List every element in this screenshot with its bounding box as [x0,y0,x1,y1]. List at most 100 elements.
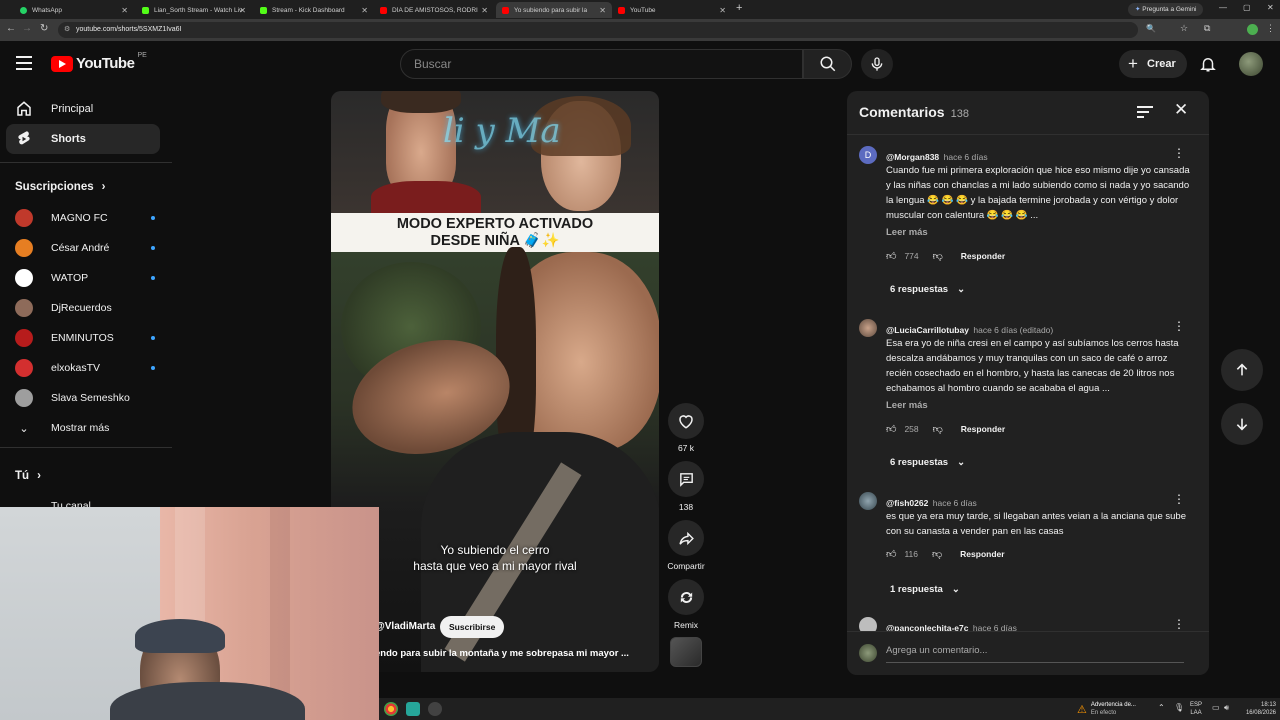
previous-short-button[interactable] [1221,349,1263,391]
browser-tab-kick-stream[interactable]: Lian_Sorth Stream - Watch Live ✕ [136,2,252,18]
comment-author[interactable]: @Morgan838 [886,152,939,162]
thumbs-down-icon[interactable]: 👎︎ [932,548,942,560]
close-comments-icon[interactable]: ✕ [1174,100,1188,120]
commenter-avatar[interactable] [859,319,877,337]
comments-button[interactable] [668,461,704,497]
chrome-icon[interactable] [384,702,398,716]
show-more-button[interactable]: ⌄ Mostrar más [15,417,155,439]
close-icon[interactable]: ✕ [719,6,726,15]
voice-search-button[interactable] [861,49,893,79]
reply-button[interactable]: Responder [960,549,1004,559]
youtube-logo[interactable]: YouTube PE [51,52,147,72]
zoom-icon[interactable]: 🔍 [1146,24,1156,33]
comment-time[interactable]: hace 6 días [944,152,988,162]
reply-button[interactable]: Responder [961,424,1005,434]
address-bar[interactable]: ⚙ youtube.com/shorts/5SXMZ1Iva6I [58,22,1138,38]
browser-tab-amistosos[interactable]: DÍA DE AMISTOSOS, RODRI ✕ [374,2,494,18]
sort-comments-icon[interactable] [1137,106,1153,118]
comment-menu-icon[interactable]: ⋮ [1173,319,1185,333]
notifications-button[interactable] [1199,55,1217,78]
tray-chevron-icon[interactable]: ⌃ [1158,703,1165,712]
gemini-button[interactable]: ✦ Pregunta a Gemini [1128,3,1204,16]
comment-text: es que ya era muy tarde, si llegaban ant… [886,511,1186,537]
close-icon[interactable]: ✕ [121,6,128,15]
audio-thumbnail[interactable] [670,637,702,667]
profile-avatar[interactable] [1247,24,1258,35]
close-window-button[interactable]: ✕ [1267,3,1274,12]
read-more-link[interactable]: Leer más [886,227,928,238]
subscribe-button[interactable]: Suscribirse [440,616,505,638]
reply-button[interactable]: Responder [961,251,1005,261]
clock[interactable]: 18:13 16/08/2026 [1240,701,1276,717]
volume-icon[interactable]: 🔊︎ [1224,703,1229,713]
thumbs-up-icon[interactable]: 👍︎ [886,423,896,435]
subscription-magno-fc[interactable]: MAGNO FC [15,207,155,229]
channel-name[interactable]: @VladiMarta [375,621,435,632]
subscription-watop[interactable]: WATOP [15,267,155,289]
subscription-enminutos[interactable]: ENMINUTOS [15,327,155,349]
maximize-button[interactable]: ▢ [1243,3,1251,12]
language-indicator[interactable]: ESP LAA [1190,701,1202,717]
browser-tab-kick-dashboard[interactable]: Stream - Kick Dashboard ✕ [254,2,374,18]
comment-menu-icon[interactable]: ⋮ [1173,146,1185,160]
thumbs-down-icon[interactable]: 👎︎ [933,423,943,435]
create-button[interactable]: + Crear [1119,50,1187,78]
bookmark-star-icon[interactable]: ☆ [1180,23,1188,34]
subscription-cesar-andre[interactable]: César André [15,237,155,259]
reload-icon[interactable]: ↻ [40,23,48,34]
comment-time[interactable]: hace 6 días (editado) [973,325,1053,335]
like-button[interactable] [668,403,704,439]
comment-author[interactable]: @LuciaCarrillotubay [886,325,969,335]
view-replies-button[interactable]: 1 respuesta ⌄ [890,584,960,595]
comment-menu-icon[interactable]: ⋮ [1173,617,1185,631]
you-heading[interactable]: Tú › [15,470,41,482]
comment-author[interactable]: @fish0262 [886,498,928,508]
read-more-link[interactable]: Leer más [886,400,928,411]
subscriptions-heading[interactable]: Suscripciones › [15,181,105,193]
site-info-icon[interactable]: ⚙ [64,22,70,38]
commenter-avatar[interactable]: D [859,146,877,164]
warning-notification[interactable]: ⚠ Advertencia de... En efecto [1077,701,1136,717]
close-icon[interactable]: ✕ [361,6,368,15]
network-icon[interactable]: ▭ [1212,703,1220,712]
account-avatar[interactable] [1239,52,1263,76]
youtube-icon [502,6,509,14]
view-replies-button[interactable]: 6 respuestas ⌄ [890,284,965,295]
next-short-button[interactable] [1221,403,1263,445]
close-icon[interactable]: ✕ [481,6,488,15]
search-button[interactable] [803,49,852,79]
share-button[interactable] [668,520,704,556]
subscription-elxokastv[interactable]: elxokasTV [15,357,155,379]
add-comment-input[interactable]: Agrega un comentario... [886,645,1184,663]
remix-button[interactable] [668,579,704,615]
close-icon[interactable]: ✕ [239,6,246,15]
new-tab-button[interactable]: + [736,2,742,14]
mic-tray-icon[interactable]: 🎙︎ [1174,703,1184,712]
browser-tab-whatsapp[interactable]: WhatsApp ✕ [14,2,134,18]
sidebar-item-shorts[interactable]: Shorts [6,124,160,154]
subscription-slava-semeshko[interactable]: Slava Semeshko [15,387,155,409]
subscription-djrecuerdos[interactable]: DjRecuerdos [15,297,155,319]
back-icon[interactable]: ← [6,23,16,34]
view-replies-button[interactable]: 6 respuestas ⌄ [890,457,965,468]
minimize-button[interactable]: — [1219,3,1227,12]
thumbs-down-icon[interactable]: 👎︎ [933,250,943,262]
thumbs-up-icon[interactable]: 👍︎ [886,250,896,262]
browser-tab-youtube[interactable]: YouTube ✕ [612,2,732,18]
video-title[interactable]: endo para subir la montaña y me sobrepas… [375,648,629,659]
comment-menu-icon[interactable]: ⋮ [1173,492,1185,506]
forward-icon[interactable]: → [22,23,32,34]
commenter-avatar[interactable] [859,492,877,510]
search-input[interactable]: Buscar [400,49,803,79]
menu-dots-icon[interactable]: ⋮ [1266,23,1275,34]
sidebar-item-principal[interactable]: Principal [6,94,160,124]
comment-time[interactable]: hace 6 días [933,498,977,508]
thumbs-up-icon[interactable]: 👍︎ [886,548,896,560]
app-icon[interactable] [406,702,420,716]
short-video-player[interactable]: li y Ma MODO EXPERTO ACTIVADO DESDE NIÑA… [331,91,659,672]
browser-tab-current[interactable]: Yo subiendo para subir la ✕ [496,2,612,18]
close-icon[interactable]: ✕ [599,6,606,15]
hamburger-menu-icon[interactable] [16,56,32,70]
obs-icon[interactable] [428,702,442,716]
extensions-icon[interactable]: ⧉ [1204,23,1210,34]
